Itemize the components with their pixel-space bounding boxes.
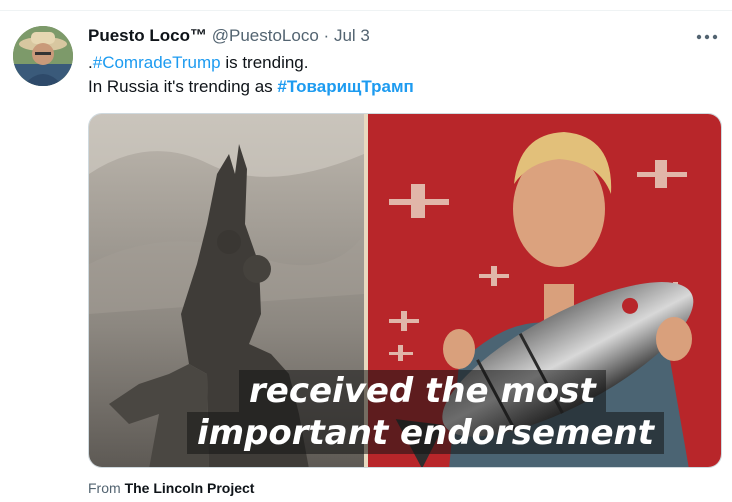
attribution-prefix: From [88, 480, 125, 496]
line1-suffix: is trending. [220, 53, 309, 72]
video-frame [89, 114, 721, 467]
tweet-header: Puesto Loco™ @PuestoLoco · Jul 3 [88, 24, 370, 48]
more-options-button[interactable] [692, 28, 722, 46]
author-name[interactable]: Puesto Loco™ [88, 26, 207, 45]
attribution-source-link[interactable]: The Lincoln Project [125, 480, 255, 496]
more-horizontal-icon [696, 34, 718, 40]
line2-prefix: In Russia it's trending as [88, 77, 278, 96]
author-handle[interactable]: @PuestoLoco [212, 26, 319, 45]
tweet-date[interactable]: Jul 3 [334, 26, 370, 45]
separator-dot: · [323, 26, 330, 45]
tweet-line-2: In Russia it's trending as #ТоварищТрамп [88, 75, 708, 99]
top-divider [0, 10, 732, 11]
tweet-text: .#ComradeTrump is trending. In Russia it… [88, 51, 708, 99]
hashtag-comradetrump[interactable]: #ComradeTrump [93, 53, 221, 72]
hashtag-russian[interactable]: #ТоварищТрамп [277, 77, 413, 96]
media-attribution: From The Lincoln Project [88, 479, 254, 497]
tweet-line-1: .#ComradeTrump is trending. [88, 51, 708, 75]
author-avatar[interactable] [13, 26, 73, 86]
tweet-video[interactable]: received the most important endorsement [88, 113, 722, 468]
